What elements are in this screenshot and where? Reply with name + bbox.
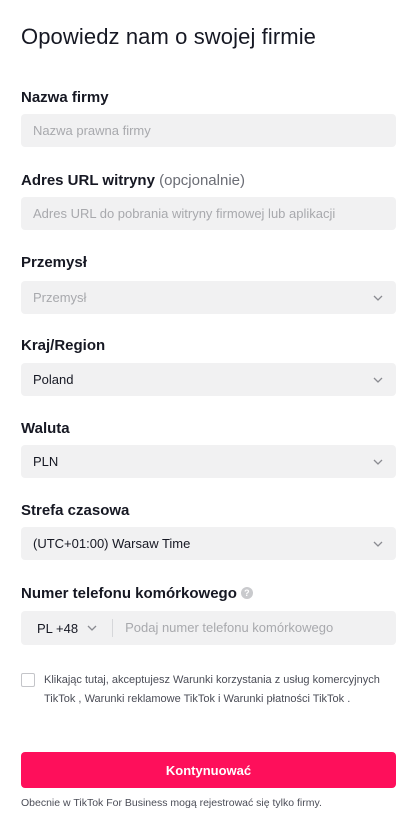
industry-field: Przemysł Przemysł: [21, 253, 396, 314]
timezone-select[interactable]: (UTC+01:00) Warsaw Time: [21, 527, 396, 560]
website-label-text: Adres URL witryny: [21, 172, 155, 189]
website-input[interactable]: [33, 206, 384, 221]
business-only-note: Obecnie w TikTok For Business mogą rejes…: [21, 797, 322, 809]
terms-prefix: Klikając tutaj, akceptujesz: [44, 674, 170, 686]
terms-suffix: .: [344, 693, 351, 705]
phone-number-input[interactable]: [125, 620, 396, 635]
chevron-down-icon: [86, 622, 98, 634]
industry-select[interactable]: Przemysł: [21, 281, 396, 314]
phone-label-text: Numer telefonu komórkowego: [21, 585, 237, 602]
company-name-input-box[interactable]: [21, 114, 396, 147]
currency-select[interactable]: PLN: [21, 445, 396, 478]
chevron-down-icon: [372, 374, 384, 386]
company-name-input[interactable]: [33, 123, 384, 138]
terms-text: Klikając tutaj, akceptujesz Warunki korz…: [44, 671, 381, 709]
country-label: Kraj/Region: [21, 337, 106, 354]
phone-input-box: PL +48: [21, 611, 396, 645]
industry-label: Przemysł: [21, 254, 87, 271]
terms-consent: Klikając tutaj, akceptujesz Warunki korz…: [21, 671, 381, 709]
country-select[interactable]: Poland: [21, 363, 396, 396]
website-input-box[interactable]: [21, 197, 396, 230]
company-name-label: Nazwa firmy: [21, 89, 109, 106]
chevron-down-icon: [372, 456, 384, 468]
chevron-down-icon: [372, 292, 384, 304]
company-name-field: Nazwa firmy: [21, 88, 396, 147]
phone-field: Numer telefonu komórkowego? PL +48: [21, 584, 396, 645]
timezone-label: Strefa czasowa: [21, 502, 130, 519]
country-field: Kraj/Region Poland: [21, 336, 396, 396]
payment-terms-link[interactable]: Warunki płatności TikTok: [224, 693, 345, 705]
website-optional-label: (opcjonalnie): [159, 172, 245, 189]
currency-field: Waluta PLN: [21, 419, 396, 478]
terms-checkbox[interactable]: [21, 673, 35, 687]
phone-number-input-wrap: [113, 619, 396, 637]
timezone-select-value: (UTC+01:00) Warsaw Time: [33, 536, 191, 551]
phone-label: Numer telefonu komórkowego?: [21, 584, 396, 604]
page-title: Opowiedz nam o swojej firmie: [21, 24, 317, 49]
advertising-terms-link[interactable]: Warunki reklamowe TikTok: [85, 693, 215, 705]
currency-select-value: PLN: [33, 454, 59, 469]
terms-separator: ,: [75, 693, 82, 705]
continue-button[interactable]: Kontynuować: [21, 752, 396, 788]
currency-label: Waluta: [21, 420, 70, 437]
chevron-down-icon: [372, 538, 384, 550]
website-field: Adres URL witryny (opcjonalnie): [21, 171, 396, 230]
website-label: Adres URL witryny (opcjonalnie): [21, 171, 396, 191]
country-code-value: PL +48: [37, 620, 79, 636]
help-icon[interactable]: ?: [240, 587, 253, 600]
timezone-field: Strefa czasowa (UTC+01:00) Warsaw Time: [21, 501, 396, 560]
country-select-value: Poland: [33, 372, 74, 387]
industry-select-placeholder: Przemysł: [33, 290, 87, 305]
country-code-select[interactable]: PL +48: [21, 611, 112, 645]
terms-separator: i: [214, 693, 221, 705]
